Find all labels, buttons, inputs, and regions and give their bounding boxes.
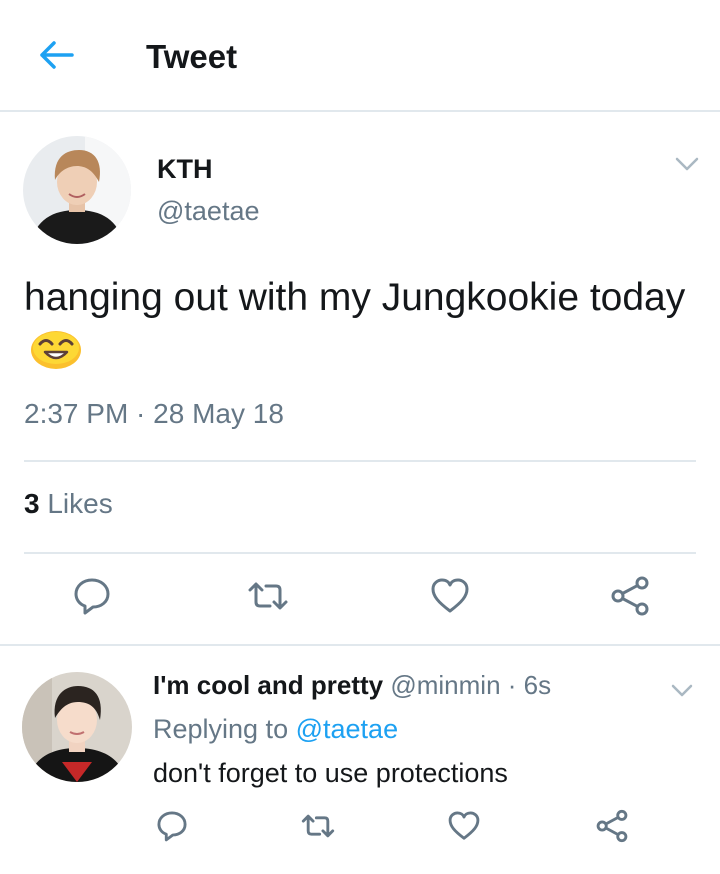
reply-tweet[interactable]: I'm cool and pretty @minmin · 6s Replyin… [0, 648, 720, 874]
like-icon [448, 811, 480, 840]
reply-time: 6s [523, 670, 552, 700]
reply-icon [157, 811, 187, 842]
replying-to: Replying to @taetae [153, 714, 398, 745]
like-button[interactable] [428, 574, 472, 618]
meta-separator: · [507, 670, 517, 700]
display-name[interactable]: KTH [157, 154, 213, 185]
retweet-button[interactable] [246, 574, 290, 618]
avatar-image [22, 672, 132, 782]
page-title: Tweet [146, 38, 238, 75]
share-button[interactable] [608, 574, 652, 618]
reply-text: don't forget to use protections [153, 758, 508, 788]
share-button[interactable] [594, 808, 630, 844]
more-options-button[interactable] [670, 682, 694, 700]
share-icon [611, 576, 649, 616]
back-button[interactable] [36, 38, 76, 72]
user-handle[interactable]: @minmin [390, 670, 500, 700]
divider [24, 460, 696, 462]
mention-link[interactable]: @taetae [296, 714, 398, 744]
main-tweet: KTH @taetae hanging out with my Jungkook… [0, 114, 720, 646]
share-icon [596, 809, 628, 843]
tweet-actions [0, 574, 720, 634]
tweet-timestamp: 2:37 PM · 28 May 18 [24, 398, 284, 429]
reply-header: I'm cool and pretty @minmin · 6s [153, 670, 551, 701]
retweet-icon [301, 814, 335, 838]
reply-button[interactable] [154, 808, 190, 844]
display-name[interactable]: I'm cool and pretty [153, 670, 383, 700]
chevron-down-icon [671, 684, 693, 697]
arrow-left-icon [40, 41, 74, 69]
more-options-button[interactable] [674, 154, 700, 174]
like-button[interactable] [446, 808, 482, 844]
replying-prefix: Replying to [153, 714, 289, 744]
avatar[interactable] [23, 136, 131, 244]
likes-label: Likes [47, 488, 113, 519]
likes-count: 3 [24, 488, 40, 519]
divider [24, 552, 696, 554]
user-handle[interactable]: @taetae [157, 196, 259, 227]
reply-button[interactable] [70, 574, 114, 618]
avatar[interactable] [22, 672, 132, 782]
like-icon [431, 578, 469, 613]
avatar-image [23, 136, 131, 244]
top-bar: Tweet [0, 0, 720, 112]
chevron-down-icon [675, 157, 699, 171]
retweet-icon [248, 582, 288, 610]
retweet-button[interactable] [300, 808, 336, 844]
tweet-text-content: hanging out with my Jungkookie today [24, 276, 686, 319]
likes-stat[interactable]: 3 Likes [24, 488, 113, 520]
tweet-text: hanging out with my Jungkookie today [24, 272, 704, 376]
reply-actions [0, 808, 720, 852]
reply-icon [74, 578, 110, 615]
smiling-face-emoji [31, 331, 81, 369]
